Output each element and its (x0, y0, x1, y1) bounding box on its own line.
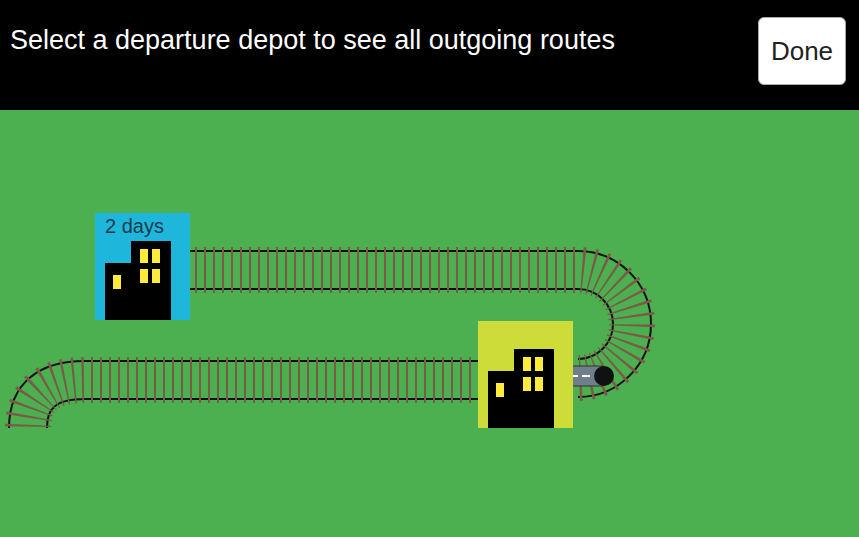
building-icon (478, 321, 573, 428)
depot-label: 2 days (105, 215, 164, 237)
game-map[interactable]: 2 days (0, 110, 859, 537)
done-button[interactable]: Done (758, 17, 846, 85)
railway-track (0, 110, 859, 537)
top-bar: Select a departure depot to see all outg… (0, 0, 859, 110)
depot[interactable] (478, 321, 573, 428)
instruction-text: Select a departure depot to see all outg… (10, 23, 615, 58)
depot[interactable]: 2 days (95, 213, 190, 320)
